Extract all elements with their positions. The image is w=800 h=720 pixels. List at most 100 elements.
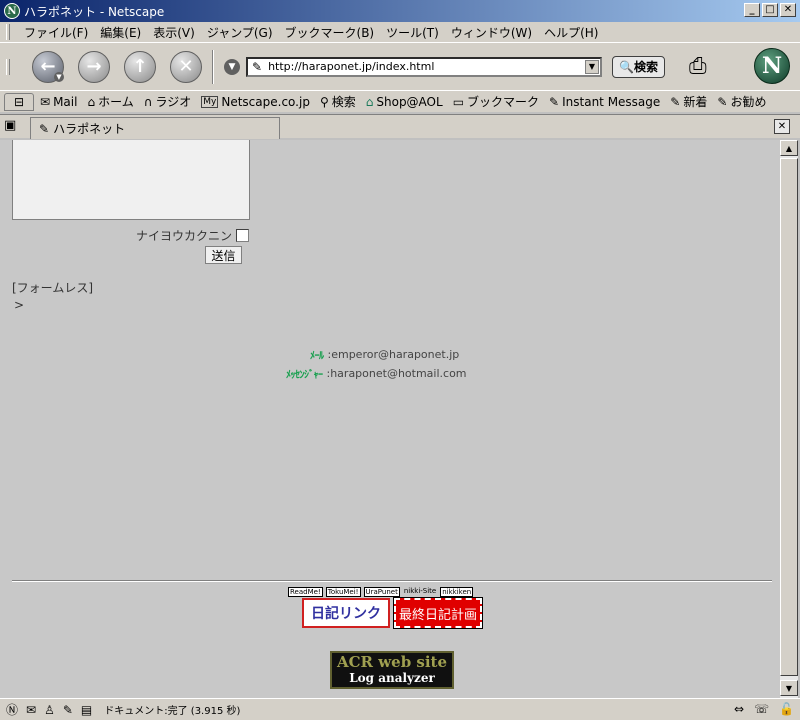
menu-go[interactable]: ジャンプ(G) xyxy=(201,24,279,41)
link-icon: ✎ xyxy=(717,94,728,109)
menu-bookmarks[interactable]: ブックマーク(B) xyxy=(279,24,381,41)
scroll-up-button[interactable]: ▲ xyxy=(780,140,798,156)
print-icon[interactable]: ⎙ xyxy=(689,54,707,79)
menu-edit[interactable]: 編集(E) xyxy=(94,24,147,41)
confirm-label: ナイヨウカクニン xyxy=(136,229,233,243)
toolbar-grip[interactable] xyxy=(6,58,10,75)
page-icon: ✎ xyxy=(39,121,50,136)
url-dropdown-button[interactable]: ▼ xyxy=(224,58,240,75)
nikki-link-banner[interactable]: 日記リンク xyxy=(302,598,390,628)
personal-item-radio[interactable]: ∩ ラジオ xyxy=(144,93,192,110)
maximize-button[interactable]: □ xyxy=(762,3,778,17)
personal-item-mail[interactable]: ✉ Mail xyxy=(40,95,77,109)
mail-icon[interactable]: ✉ xyxy=(26,703,36,717)
page-content: ナイヨウカクニン 送信 [フォームレス] > ﾒｰﾙ :emperor@hara… xyxy=(0,140,780,698)
personal-toolbar: ⊟ ✉ Mail ⌂ ホーム ∩ ラジオ My Netscape.co.jp ⚲ 検索 ⌂… xyxy=(0,90,800,112)
mail-address[interactable]: :emperor@haraponet.jp xyxy=(328,348,460,361)
formless-link[interactable]: [フォームレス] xyxy=(12,279,93,296)
minimize-button[interactable]: _ xyxy=(744,3,760,17)
reload-button[interactable]: ↑ xyxy=(124,50,156,83)
search-icon: ⚲ xyxy=(319,94,329,109)
acr-subtitle: Log analyzer xyxy=(349,671,435,685)
search-button-label: 検索 xyxy=(633,60,658,74)
menu-help[interactable]: ヘルプ(H) xyxy=(538,24,604,41)
tab-haraponet[interactable]: ✎ ハラポネット xyxy=(30,117,280,139)
online-status-icon[interactable]: ⇔ xyxy=(734,702,744,716)
mail-icon: ✉ xyxy=(40,94,51,109)
urapunet-link[interactable]: UraPunet xyxy=(363,587,400,597)
tab-bar: ▣ ✎ ハラポネット ✕ xyxy=(0,114,800,139)
scroll-down-button[interactable]: ▼ xyxy=(780,680,798,696)
menu-tools[interactable]: ツール(T) xyxy=(380,24,445,41)
address-book-icon[interactable]: ▤ xyxy=(81,703,92,717)
close-tab-button[interactable]: ✕ xyxy=(774,119,790,134)
link-icon: ✎ xyxy=(549,94,560,109)
forward-arrow-icon: → xyxy=(86,56,102,77)
status-bar: Ⓝ ✉ ♙ ✎ ▤ ドキュメント:完了 (3.915 秒) ⇔ ☏ 🔓 xyxy=(0,698,800,720)
menu-file[interactable]: ファイル(F) xyxy=(18,24,94,41)
tokumei-link[interactable]: TokuMei! xyxy=(325,587,361,597)
stop-button[interactable]: ✕ xyxy=(170,50,202,83)
link-icon: ✎ xyxy=(670,94,681,109)
shop-icon: ⌂ xyxy=(365,94,374,109)
status-indicators: ⇔ ☏ 🔓 xyxy=(724,702,794,716)
status-text: ドキュメント:完了 (3.915 秒) xyxy=(104,706,241,717)
netscape-icon: N xyxy=(4,3,20,19)
close-button[interactable]: ✕ xyxy=(780,3,796,17)
mail-contact: ﾒｰﾙ :emperor@haraponet.jp xyxy=(310,347,459,362)
personal-item-search[interactable]: ⚲ 検索 xyxy=(320,93,356,110)
mail-label: ﾒｰﾙ xyxy=(310,351,324,362)
close-icon: ✕ xyxy=(777,121,787,132)
personal-item-shop[interactable]: ⌂ Shop@AOL xyxy=(366,95,443,109)
search-button[interactable]: 🔍 検索 xyxy=(612,55,665,78)
vertical-scrollbar[interactable]: ▲ ▼ xyxy=(780,140,798,698)
offline-icon[interactable]: ☏ xyxy=(754,702,769,716)
window-title: ハラポネット - Netscape xyxy=(24,4,165,19)
mini-banner-links: ReadMe! TokuMei! UraPunet nikki-Site nik… xyxy=(288,587,476,597)
instant-messenger-icon[interactable]: ♙ xyxy=(44,703,55,717)
new-tab-icon[interactable]: ▣ xyxy=(4,118,22,136)
personal-item-instant-message[interactable]: ✎ Instant Message xyxy=(549,95,660,109)
messenger-contact: ﾒｯｾﾝｼﾞｬｰ :haraponet@hotmail.com xyxy=(286,366,467,381)
navigator-icon[interactable]: Ⓝ xyxy=(6,701,18,718)
personal-item-new[interactable]: ✎ 新着 xyxy=(670,93,707,110)
page-proxy-icon[interactable]: ✎ xyxy=(252,60,262,74)
composer-icon[interactable]: ✎ xyxy=(63,703,73,717)
url-history-dropdown[interactable]: ▼ xyxy=(585,59,599,74)
menu-view[interactable]: 表示(V) xyxy=(147,24,201,41)
personal-item-netscape[interactable]: My Netscape.co.jp xyxy=(201,95,310,109)
personal-item-bookmarks[interactable]: ▭ ブックマーク xyxy=(453,93,539,110)
stop-icon: ✕ xyxy=(178,56,194,77)
nikkiken-link[interactable]: nikkiken xyxy=(440,587,474,597)
netscape-logo-icon[interactable]: N xyxy=(754,48,790,84)
personal-item-recommend[interactable]: ✎ お勧め xyxy=(717,93,766,110)
url-field[interactable]: ✎ http://haraponet.jp/index.html ▼ xyxy=(246,56,602,77)
sidebar-toggle-icon[interactable]: ⊟ xyxy=(4,92,34,111)
my-icon: My xyxy=(201,95,219,108)
toolbar-separator xyxy=(212,49,214,84)
nikki-site-link[interactable]: nikki-Site xyxy=(403,587,437,597)
security-lock-icon[interactable]: 🔓 xyxy=(779,702,794,716)
back-history-dropdown[interactable]: ▼ xyxy=(54,71,64,82)
horizontal-rule xyxy=(12,580,772,582)
menu-bar: ファイル(F) 編集(E) 表示(V) ジャンプ(G) ブックマーク(B) ツー… xyxy=(0,22,800,42)
toolbar-grip[interactable] xyxy=(6,24,10,40)
last-diary-banner[interactable]: 最終日記計画 xyxy=(393,597,483,629)
message-textarea[interactable] xyxy=(12,140,250,220)
personal-item-home[interactable]: ⌂ ホーム xyxy=(87,93,133,110)
forward-button[interactable]: → xyxy=(78,50,110,83)
confirm-checkbox[interactable] xyxy=(236,229,250,242)
search-icon: 🔍 xyxy=(619,59,634,74)
folder-icon: ▭ xyxy=(452,94,465,109)
send-button[interactable]: 送信 xyxy=(205,246,242,264)
messenger-address[interactable]: :haraponet@hotmail.com xyxy=(327,367,467,380)
menu-window[interactable]: ウィンドウ(W) xyxy=(445,24,538,41)
back-arrow-icon: ← xyxy=(40,56,56,77)
acr-title: ACR web site xyxy=(336,653,448,671)
readme-link[interactable]: ReadMe! xyxy=(288,587,323,597)
scroll-thumb[interactable] xyxy=(780,158,798,676)
title-bar: N ハラポネット - Netscape _ □ ✕ xyxy=(0,0,800,22)
headphones-icon: ∩ xyxy=(143,94,153,109)
url-text: http://haraponet.jp/index.html xyxy=(268,60,435,73)
acr-log-analyzer-banner[interactable]: ACR web site Log analyzer xyxy=(330,651,454,689)
